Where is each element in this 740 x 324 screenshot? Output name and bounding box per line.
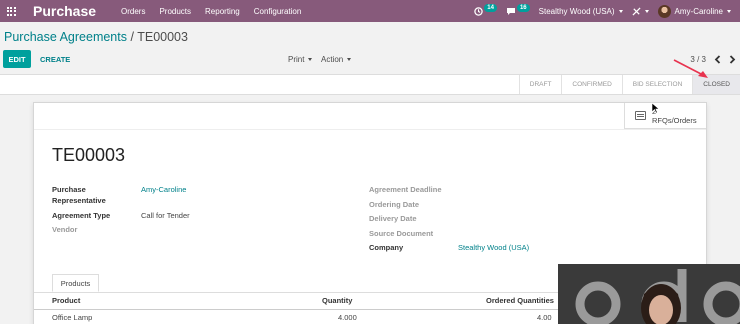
menu-reporting[interactable]: Reporting	[205, 7, 240, 16]
clock-icon	[474, 6, 483, 16]
ordering-date-label: Ordering Date	[369, 200, 420, 209]
tab-products[interactable]: Products	[52, 274, 99, 292]
top-navbar: Purchase Orders Products Reporting Confi…	[0, 0, 740, 22]
status-confirmed[interactable]: CONFIRMED	[561, 75, 621, 94]
next-icon[interactable]	[729, 54, 736, 64]
delivery-date-label: Delivery Date	[369, 214, 417, 223]
caret-down-icon	[618, 9, 623, 13]
print-dropdown[interactable]: Print	[288, 50, 313, 68]
previous-icon[interactable]	[714, 54, 721, 64]
print-label: Print	[288, 54, 305, 64]
column-header-product[interactable]: Product	[52, 296, 80, 305]
user-name: Amy-Caroline	[674, 6, 723, 16]
activity-button[interactable]: 14	[474, 4, 497, 16]
company-label: Company	[369, 243, 404, 252]
webcam-video	[558, 264, 740, 324]
caret-down-icon	[347, 57, 352, 61]
cell-ordered-quantities: 4.00	[537, 313, 552, 322]
rfq-text: 2 RFQs/Orders	[652, 107, 697, 125]
pager: 3 / 3	[690, 50, 736, 68]
breadcrumb: Purchase Agreements / TE00003	[4, 30, 188, 44]
create-button[interactable]: CREATE	[40, 50, 70, 68]
activity-count-badge: 14	[484, 4, 497, 12]
list-icon	[635, 111, 646, 120]
menu-products[interactable]: Products	[159, 7, 191, 16]
record-title: TE00003	[52, 145, 126, 165]
company-name: Stealthy Wood (USA)	[538, 6, 615, 16]
cell-quantity: 4.000	[338, 313, 357, 322]
main-menu: Orders Products Reporting Configuration	[121, 7, 301, 16]
agreement-type-label: Agreement Type	[52, 211, 111, 220]
caret-down-icon	[727, 9, 731, 13]
edit-button[interactable]: EDIT	[3, 50, 31, 68]
purchase-representative-label: Purchase Representative	[52, 185, 106, 205]
messaging-button[interactable]: 16	[506, 4, 530, 16]
chat-icon	[506, 7, 515, 15]
status-closed[interactable]: CLOSED	[692, 75, 740, 94]
user-avatar	[657, 4, 671, 18]
pager-value[interactable]: 3 / 3	[690, 55, 706, 64]
tools-icon	[631, 6, 641, 16]
webcam-overlay	[558, 264, 740, 324]
action-dropdown[interactable]: Action	[321, 50, 352, 68]
status-bar: DRAFT CONFIRMED BID SELECTION CLOSED	[0, 74, 740, 95]
agreement-type-value[interactable]: Call for Tender	[141, 210, 190, 221]
apps-menu-icon[interactable]	[0, 0, 22, 22]
caret-down-icon	[644, 9, 649, 13]
breadcrumb-separator: /	[130, 30, 134, 44]
caret-down-icon	[308, 57, 313, 61]
status-bid-selection[interactable]: BID SELECTION	[621, 75, 692, 94]
status-steps: DRAFT CONFIRMED BID SELECTION CLOSED	[518, 75, 740, 94]
user-menu[interactable]: Amy-Caroline	[657, 4, 731, 18]
company-value[interactable]: Stealthy Wood (USA)	[458, 242, 529, 253]
source-document-label: Source Document	[369, 229, 434, 238]
column-header-ordered-quantities[interactable]: Ordered Quantities	[486, 296, 554, 305]
breadcrumb-parent[interactable]: Purchase Agreements	[4, 30, 127, 44]
company-switcher[interactable]: Stealthy Wood (USA)	[539, 7, 623, 16]
menu-configuration[interactable]: Configuration	[254, 7, 302, 16]
rfq-count: 2	[652, 106, 657, 116]
breadcrumb-current: TE00003	[137, 30, 188, 44]
vendor-label: Vendor	[52, 225, 78, 234]
action-label: Action	[321, 54, 344, 64]
rfq-orders-smart-button[interactable]: 2 RFQs/Orders	[624, 103, 706, 129]
app-title: Purchase	[33, 3, 97, 19]
divider	[34, 129, 706, 130]
menu-orders[interactable]: Orders	[121, 7, 145, 16]
rfq-label: RFQs/Orders	[652, 115, 697, 125]
status-draft[interactable]: DRAFT	[518, 75, 562, 94]
purchase-representative-value[interactable]: Amy-Caroline	[141, 184, 186, 195]
navbar-systray: 14 16 Stealthy Wood (USA) Amy-Caroline	[474, 0, 740, 22]
column-header-quantity[interactable]: Quantity	[322, 296, 352, 305]
agreement-deadline-label: Agreement Deadline	[369, 185, 442, 194]
message-count-badge: 16	[516, 4, 530, 12]
cell-product: Office Lamp	[52, 313, 93, 322]
debug-menu[interactable]	[631, 6, 649, 16]
